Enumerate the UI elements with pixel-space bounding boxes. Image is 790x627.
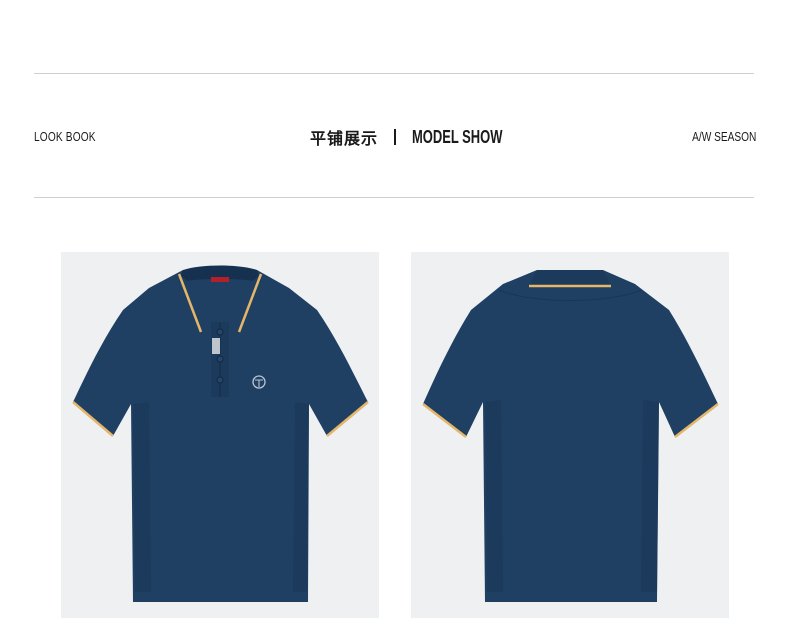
title-chinese: 平铺展示 xyxy=(310,131,379,148)
bottom-divider-line xyxy=(34,197,754,198)
title-separator xyxy=(394,129,397,145)
look-book-label: LOOK BOOK xyxy=(34,129,96,144)
top-divider-line xyxy=(34,73,754,74)
polo-back-image xyxy=(411,252,729,618)
polo-front-illustration xyxy=(72,265,369,602)
polo-front-image xyxy=(61,252,379,618)
season-label: A/W SEASON xyxy=(691,129,756,144)
section-title: 平铺展示 MODEL SHOW xyxy=(310,124,538,150)
polo-back-illustration xyxy=(422,270,719,602)
title-english: MODEL SHOW xyxy=(412,126,503,147)
section-header: LOOK BOOK 平铺展示 MODEL SHOW A/W SEASON xyxy=(34,124,756,150)
